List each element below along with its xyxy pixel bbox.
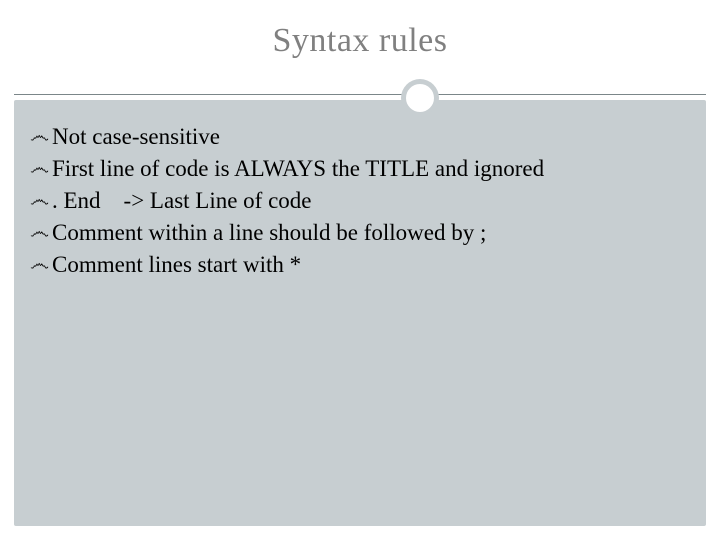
bullet-icon: ෴	[30, 153, 52, 183]
slide-title: Syntax rules	[0, 6, 720, 60]
bullet-list: ෴ Not case-sensitive ෴ First line of cod…	[30, 120, 690, 281]
slide: Syntax rules ෴ Not case-sensitive ෴ Firs…	[0, 0, 720, 540]
list-item: ෴ Comment within a line should be follow…	[30, 217, 690, 248]
title-divider	[14, 78, 706, 112]
bullet-icon: ෴	[30, 249, 52, 279]
list-item-text: Not case-sensitive	[52, 121, 690, 152]
bullet-icon: ෴	[30, 121, 52, 151]
list-item-text: . End -> Last Line of code	[52, 185, 690, 216]
divider-circle-icon	[402, 80, 438, 116]
list-item: ෴ . End -> Last Line of code	[30, 185, 690, 216]
list-item-text: Comment within a line should be followed…	[52, 217, 690, 248]
list-item-text: First line of code is ALWAYS the TITLE a…	[52, 153, 690, 184]
list-item: ෴ First line of code is ALWAYS the TITLE…	[30, 153, 690, 184]
list-item: ෴ Not case-sensitive	[30, 121, 690, 152]
bullet-icon: ෴	[30, 185, 52, 215]
bullet-icon: ෴	[30, 217, 52, 247]
list-item-text: Comment lines start with *	[52, 249, 690, 280]
divider-line	[14, 94, 706, 95]
list-item: ෴ Comment lines start with *	[30, 249, 690, 280]
